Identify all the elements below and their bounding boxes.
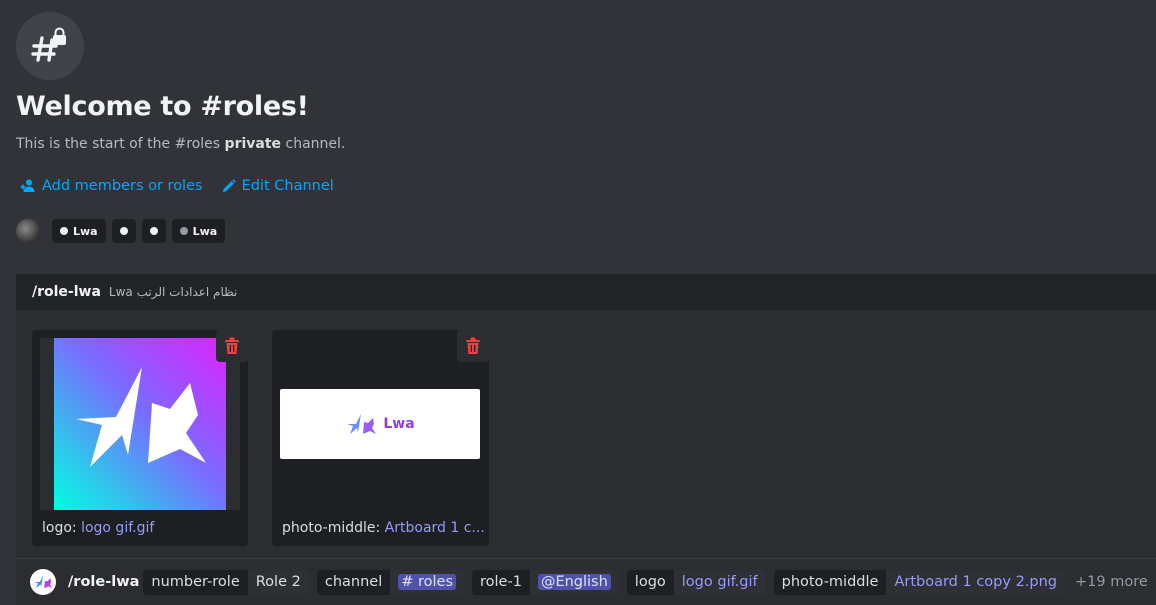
option-chip-logo[interactable]: logo logo gif.gif: [626, 569, 766, 595]
option-chip-number-role[interactable]: number-role Role 2: [143, 569, 309, 595]
option-value: @English: [529, 569, 619, 595]
option-name: role-1: [472, 569, 530, 595]
option-file-link[interactable]: Artboard 1 copy 2.png: [886, 569, 1066, 595]
option-name: number-role: [143, 569, 248, 595]
subtitle-bold: private: [224, 136, 282, 152]
channel-actions: Add members or roles Edit Channel: [20, 178, 334, 194]
member-pill[interactable]: [111, 219, 136, 243]
command-embed: /role-lwa Lwa نظام اعدادات الرتب logo: l…: [16, 274, 1156, 605]
channel-subtitle: This is the start of the #roles private …: [16, 136, 345, 152]
page-title: Welcome to #roles!: [16, 91, 309, 122]
lwa-app-icon: [34, 575, 53, 589]
add-members-icon: [20, 179, 35, 192]
option-name: photo-middle: [773, 569, 887, 595]
role-mention[interactable]: @English: [537, 574, 611, 590]
more-options-count[interactable]: +19 more: [1075, 574, 1148, 590]
lwa-logo-icon: [76, 367, 206, 467]
delete-attachment-button[interactable]: [457, 330, 489, 362]
attachment-label: photo-middle: Artboard 1 c...: [282, 520, 485, 536]
member-pill[interactable]: Lwa: [52, 219, 106, 243]
command-options-bar: /role-lwa number-role Role 2 channel # r…: [16, 558, 1156, 605]
option-chip-channel[interactable]: channel # roles: [316, 569, 465, 595]
role-dot-icon: [179, 227, 188, 235]
attachment-file-link[interactable]: logo gif.gif: [81, 520, 154, 536]
command-name[interactable]: /role-lwa: [32, 284, 101, 300]
attachment-file-link[interactable]: Artboard 1 c...: [385, 520, 485, 536]
attachment-key: logo:: [42, 520, 77, 536]
attachment-key: photo-middle:: [282, 520, 381, 536]
member-pill[interactable]: Lwa: [171, 219, 226, 243]
lwa-small-logo-icon: [347, 414, 377, 434]
subtitle-text: This is the start of the #roles: [16, 136, 225, 152]
channel-mention[interactable]: # roles: [398, 574, 457, 590]
role-dot-icon: [149, 227, 158, 235]
edit-channel-label: Edit Channel: [241, 178, 334, 194]
channel-members-row: Lwa Lwa: [16, 219, 226, 243]
brand-text: Lwa: [383, 416, 415, 432]
attachment-label: logo: logo gif.gif: [42, 520, 154, 536]
photo-middle-image[interactable]: Lwa: [280, 389, 480, 459]
delete-attachment-button[interactable]: [216, 330, 248, 362]
member-pill[interactable]: [141, 219, 166, 243]
option-file-link[interactable]: logo gif.gif: [673, 569, 766, 595]
channel-lock-icon: [16, 12, 84, 80]
attachment-card-photo-middle: Lwa photo-middle: Artboard 1 c...: [272, 330, 489, 546]
role-dot-icon: [119, 227, 128, 235]
add-members-label: Add members or roles: [42, 178, 203, 194]
member-pill-label: Lwa: [73, 224, 98, 238]
option-value: Role 2: [247, 569, 309, 595]
trash-icon: [466, 337, 480, 354]
embed-header: /role-lwa Lwa نظام اعدادات الرتب: [16, 274, 1156, 310]
command-description: Lwa نظام اعدادات الرتب: [108, 285, 238, 299]
option-chip-role-1[interactable]: role-1 @English: [472, 569, 619, 595]
trash-icon: [225, 337, 239, 354]
option-name: logo: [626, 569, 674, 595]
subtitle-text-end: channel.: [281, 136, 346, 152]
logo-image[interactable]: [54, 338, 226, 510]
pencil-icon: [222, 178, 236, 192]
app-avatar[interactable]: [30, 569, 56, 595]
role-dot-icon: [60, 227, 68, 235]
avatar[interactable]: [16, 219, 40, 243]
member-pill-label: Lwa: [192, 224, 218, 238]
footer-command-name[interactable]: /role-lwa: [68, 574, 139, 590]
attachment-card-logo: logo: logo gif.gif: [32, 330, 248, 546]
add-members-button[interactable]: Add members or roles: [20, 178, 203, 194]
option-value: # roles: [390, 569, 465, 595]
option-name: channel: [316, 569, 391, 595]
edit-channel-button[interactable]: Edit Channel: [221, 178, 334, 194]
option-chip-photo-middle[interactable]: photo-middle Artboard 1 copy 2.png: [773, 569, 1066, 595]
